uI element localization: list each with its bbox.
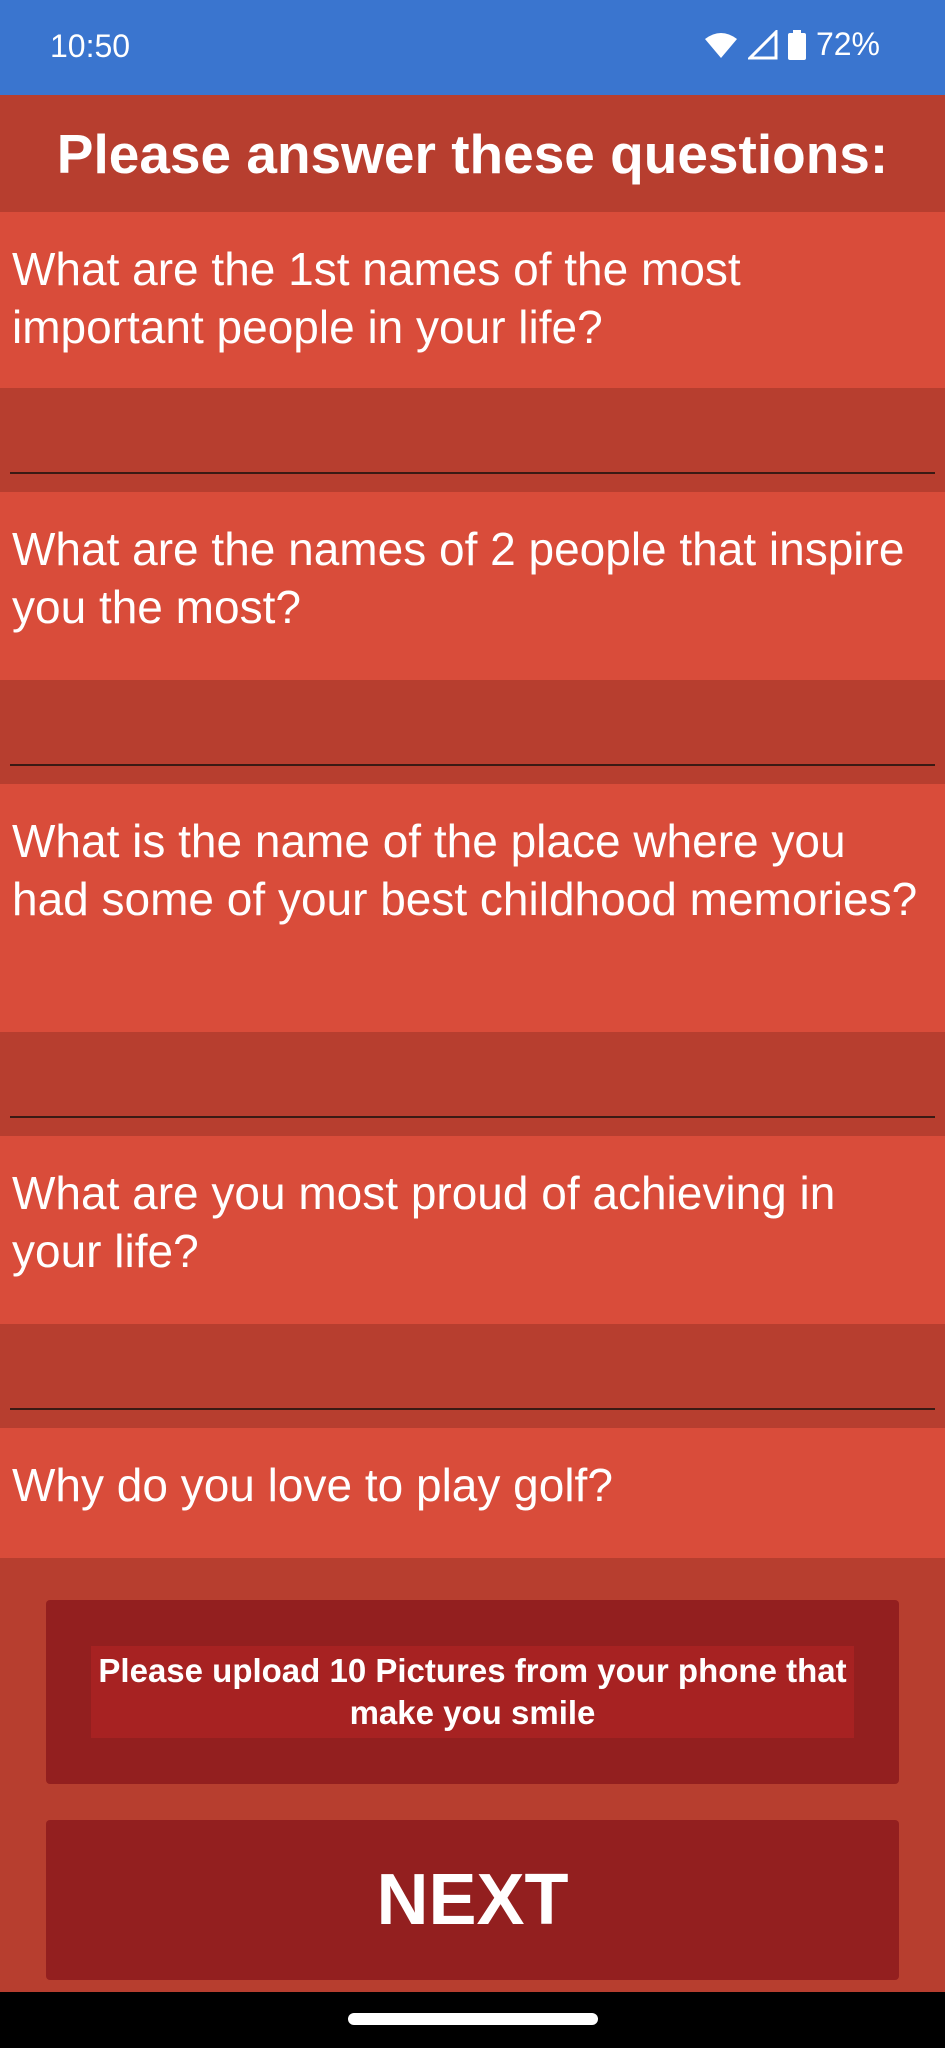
question-1: What are the 1st names of the most impor… [0,212,945,388]
next-button[interactable]: NEXT [46,1820,899,1980]
answer-3-underline [10,1116,935,1118]
next-button-label: NEXT [376,1860,569,1940]
question-4-text: What are you most proud of achieving in … [12,1167,836,1277]
question-3-text: What is the name of the place where you … [12,815,918,925]
status-icons: 72% [704,26,880,63]
battery-icon [787,29,806,60]
page-title: Please answer these questions: [56,122,889,185]
question-2-text: What are the names of 2 people that insp… [12,523,905,633]
question-2: What are the names of 2 people that insp… [0,492,945,680]
page-header: Please answer these questions: [0,95,945,212]
question-5-text: Why do you love to play golf? [12,1459,613,1511]
navigation-bar [0,1992,945,2048]
wifi-icon [704,31,738,59]
answer-3-field[interactable] [0,1032,945,1136]
question-3: What is the name of the place where you … [0,784,945,1032]
question-4: What are you most proud of achieving in … [0,1136,945,1324]
status-time: 10:50 [50,28,131,64]
answer-1-underline [10,472,935,474]
question-1-text: What are the 1st names of the most impor… [12,243,741,353]
answer-1-field[interactable] [0,388,945,492]
status-bar: 10:50 72% [0,0,945,95]
upload-pictures-panel: Please upload 10 Pictures from your phon… [46,1600,899,1784]
answer-4-field[interactable] [0,1324,945,1428]
answer-2-underline [10,764,935,766]
upload-pictures-button[interactable]: Please upload 10 Pictures from your phon… [91,1646,854,1738]
battery-percent: 72% [815,26,880,62]
signal-icon [747,29,778,60]
home-gesture-handle[interactable] [348,2013,598,2025]
answer-4-underline [10,1408,935,1410]
question-5: Why do you love to play golf? [0,1428,945,1558]
upload-pictures-label: Please upload 10 Pictures from your phon… [98,1652,847,1731]
answer-2-field[interactable] [0,680,945,784]
